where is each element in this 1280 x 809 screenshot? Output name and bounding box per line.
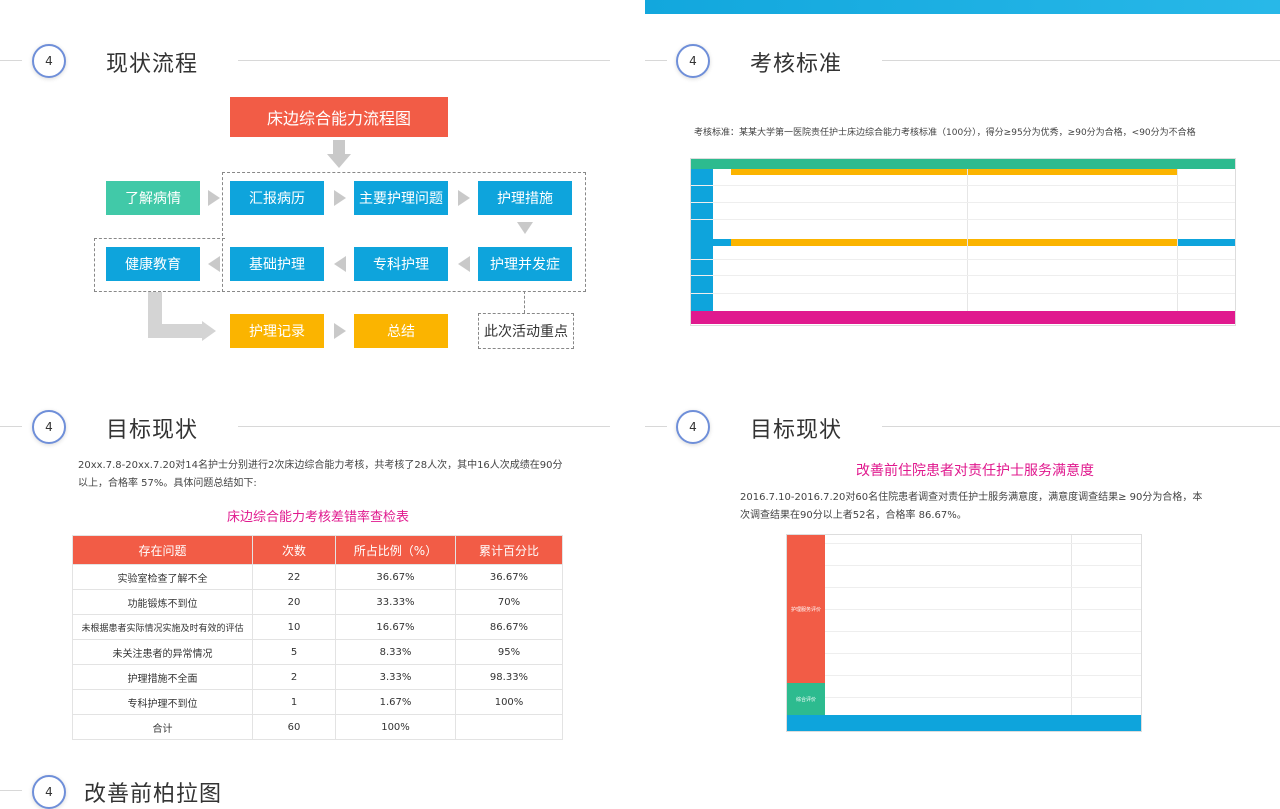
flow-step-summary: 总结	[354, 314, 448, 348]
arrow-left-icon	[458, 256, 470, 272]
cell-ratio: 36.67%	[335, 564, 456, 590]
elbow-arrow	[148, 324, 204, 338]
flow-step-record: 护理记录	[230, 314, 324, 348]
arrow-right-icon	[334, 323, 346, 339]
table-row: 护理措施不全面 2 3.33% 98.33%	[72, 664, 563, 690]
cell-ratio: 1.67%	[335, 689, 456, 715]
section-title: 改善前柏拉图	[84, 782, 223, 807]
divider	[645, 426, 667, 427]
survey-label-service: 护理服务评价	[787, 535, 825, 683]
target-paragraph: 20xx.7.8-20xx.7.20对14名护士分别进行2次床边综合能力考核，共…	[78, 460, 563, 489]
table-row: 功能锻炼不到位 20 33.33% 70%	[72, 589, 563, 615]
cell-ratio: 100%	[335, 714, 456, 740]
divider	[0, 790, 22, 791]
cell-problem: 实验室检查了解不全	[72, 564, 253, 590]
cell-count: 2	[252, 664, 336, 690]
flow-step-basic-care: 基础护理	[230, 247, 324, 281]
cell-ratio: 3.33%	[335, 664, 456, 690]
connector	[524, 291, 525, 313]
col-header: 次数	[252, 535, 336, 565]
col-header: 累计百分比	[455, 535, 563, 565]
flow-title-box: 床边综合能力流程图	[230, 97, 448, 137]
flow-step-main-problem: 主要护理问题	[354, 181, 448, 215]
flow-step-health-edu: 健康教育	[106, 247, 200, 281]
section-title: 目标现状	[106, 418, 199, 443]
arrow-down-icon	[333, 140, 345, 154]
arrow-left-icon	[208, 256, 220, 272]
arrow-right-icon	[458, 190, 470, 206]
cell-problem: 护理措施不全面	[72, 664, 253, 690]
cell-problem: 未关注患者的异常情况	[72, 639, 253, 665]
table-row: 未关注患者的异常情况 5 8.33% 95%	[72, 639, 563, 665]
table-row: 实验室检查了解不全 22 36.67% 36.67%	[72, 564, 563, 590]
table-title: 床边综合能力考核差错率查检表	[226, 510, 409, 525]
divider	[645, 60, 667, 61]
cell-cumulative: 86.67%	[455, 614, 563, 640]
pareto-table: 存在问题 次数 所占比例（%） 累计百分比 实验室检查了解不全 22 36.67…	[72, 535, 563, 740]
satisfaction-paragraph: 2016.7.10-2016.7.20对60名住院患者调查对责任护士服务满意度，…	[740, 492, 1203, 521]
arrow-right-icon	[202, 321, 216, 341]
section-title: 现状流程	[106, 52, 199, 77]
cell-count: 1	[252, 689, 336, 715]
section-number-badge: 4	[32, 410, 66, 444]
arrow-down-icon	[327, 154, 351, 168]
divider	[0, 60, 22, 61]
col-header: 存在问题	[72, 535, 253, 565]
top-accent-bar	[645, 0, 1280, 14]
cell-count: 20	[252, 589, 336, 615]
divider	[882, 426, 1280, 427]
cell-ratio: 33.33%	[335, 589, 456, 615]
flow-step-understand: 了解病情	[106, 181, 200, 215]
table-row: 合计 60 100%	[72, 714, 563, 740]
arrow-left-icon	[334, 256, 346, 272]
arrow-right-icon	[208, 190, 220, 206]
section-number-badge: 4	[32, 775, 66, 809]
standard-table-image	[690, 158, 1236, 326]
section-number-badge: 4	[676, 44, 710, 78]
section-title: 考核标准	[750, 52, 843, 77]
arrow-right-icon	[334, 190, 346, 206]
divider	[238, 426, 610, 427]
cell-cumulative	[455, 714, 563, 740]
table-row: 专科护理不到位 1 1.67% 100%	[72, 689, 563, 715]
table-row: 未根据患者实际情况实施及时有效的评估 10 16.67% 86.67%	[72, 614, 563, 640]
cell-problem: 合计	[72, 714, 253, 740]
cell-cumulative: 100%	[455, 689, 563, 715]
cell-problem: 功能锻炼不到位	[72, 589, 253, 615]
cell-ratio: 8.33%	[335, 639, 456, 665]
cell-problem: 专科护理不到位	[72, 689, 253, 715]
flow-step-complication: 护理并发症	[478, 247, 572, 281]
cell-cumulative: 98.33%	[455, 664, 563, 690]
satisfaction-survey-image: 护理服务评价 综合评价	[786, 534, 1142, 732]
section-number-badge: 4	[676, 410, 710, 444]
cell-count: 22	[252, 564, 336, 590]
focus-box: 此次活动重点	[478, 313, 574, 349]
arrow-down-icon	[517, 222, 533, 234]
col-header: 所占比例（%）	[335, 535, 456, 565]
cell-count: 5	[252, 639, 336, 665]
divider	[0, 426, 22, 427]
survey-label-overall: 综合评价	[787, 683, 825, 715]
standard-caption: 考核标准：某某大学第一医院责任护士床边综合能力考核标准（100分），得分≥95分…	[694, 128, 1196, 138]
cell-ratio: 16.67%	[335, 614, 456, 640]
section-title: 目标现状	[750, 418, 843, 443]
cell-cumulative: 95%	[455, 639, 563, 665]
cell-cumulative: 70%	[455, 589, 563, 615]
cell-count: 10	[252, 614, 336, 640]
cell-cumulative: 36.67%	[455, 564, 563, 590]
satisfaction-title: 改善前住院患者对责任护士服务满意度	[856, 463, 1094, 479]
cell-count: 60	[252, 714, 336, 740]
flow-step-special-care: 专科护理	[354, 247, 448, 281]
flow-step-measures: 护理措施	[478, 181, 572, 215]
cell-problem: 未根据患者实际情况实施及时有效的评估	[72, 614, 253, 640]
flow-step-report: 汇报病历	[230, 181, 324, 215]
section-number-badge: 4	[32, 44, 66, 78]
divider	[238, 60, 610, 61]
divider	[882, 60, 1280, 61]
